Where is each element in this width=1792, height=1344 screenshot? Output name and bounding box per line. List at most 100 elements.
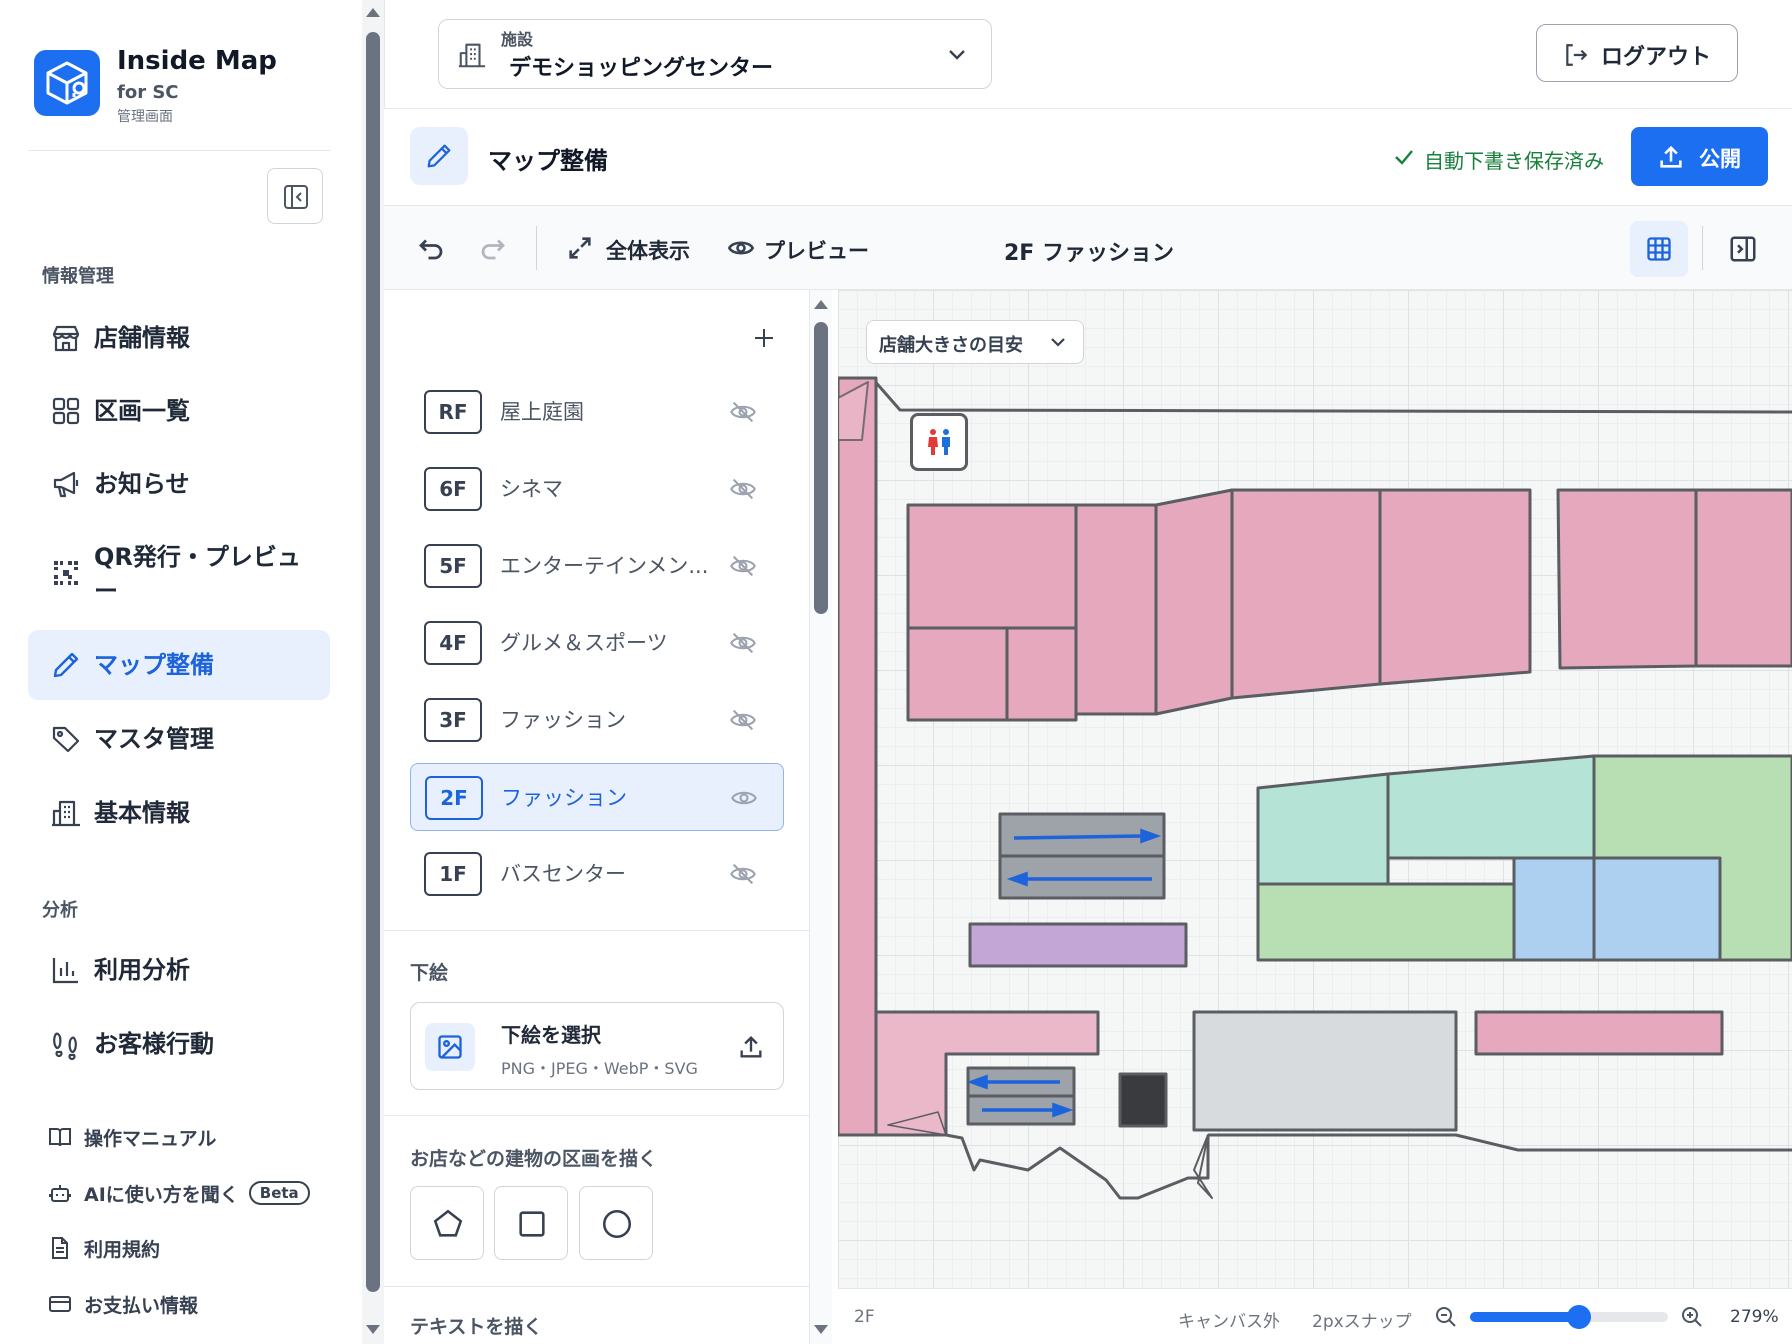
footer-item-billing[interactable]: お支払い情報 [48,1289,198,1319]
toolbar-divider [1702,226,1703,270]
scroll-down-icon[interactable] [814,1325,828,1334]
chevron-down-icon [1051,338,1065,347]
floor-row[interactable]: 2F ファッション [410,763,784,831]
publish-button[interactable]: 公開 [1631,127,1768,186]
autosave-status: 自動下書き保存済み [1424,149,1604,173]
eye-icon [727,241,755,255]
rectangle-tool-button[interactable] [494,1186,568,1260]
nav-item-basic-info[interactable]: 基本情報 [28,778,330,848]
panel-right-icon[interactable] [1728,234,1758,264]
chevron-down-icon [949,50,965,60]
floor-row[interactable]: 6F シネマ [410,455,784,523]
panel-scrollbar[interactable] [810,290,832,1344]
floor-code-badge: 1F [424,852,482,896]
preview-button[interactable]: プレビュー [726,226,876,270]
zoom-out-icon[interactable] [1434,1305,1458,1329]
logout-button[interactable]: ログアウト [1536,24,1738,82]
image-icon-box [425,1023,475,1071]
panel-divider [384,1115,810,1116]
nav-item-news[interactable]: お知らせ [28,449,330,519]
zoom-slider[interactable] [1470,1305,1668,1329]
bar-chart-icon [52,958,78,984]
scrollbar-thumb[interactable] [814,322,828,614]
floor-row[interactable]: 1F バスセンター [410,840,784,908]
floor-code-badge: 6F [424,467,482,511]
shop-block [906,503,1078,630]
nav-item-store-info[interactable]: 店舗情報 [28,303,330,373]
check-icon [1395,150,1413,165]
restroom-marker[interactable] [910,413,968,471]
nav-item-customer-behavior[interactable]: お客様行動 [28,1009,330,1079]
circle-tool-button[interactable] [579,1186,653,1260]
nav-item-usage-analysis[interactable]: 利用分析 [28,935,330,1005]
underlay-section-label: 下絵 [410,962,449,984]
shop-block [1694,488,1792,668]
pentagon-icon [433,1209,463,1237]
eye-off-icon[interactable] [728,398,758,426]
page-titlebar: マップ整備 自動下書き保存済み [384,108,1792,206]
collapse-sidebar-button[interactable] [267,168,323,224]
polygon-tool-button[interactable] [410,1186,484,1260]
footer-item-terms[interactable]: 利用規約 [48,1233,160,1263]
zoom-level: 279% [1730,1307,1779,1327]
logout-icon [1566,44,1588,66]
scroll-down-icon[interactable] [366,1325,380,1334]
grid-toggle-button[interactable] [1630,221,1688,277]
footer-label: 利用規約 [84,1238,161,1261]
add-floor-icon[interactable] [752,326,776,350]
panel-divider [384,930,810,931]
floor-map[interactable] [838,290,1792,1288]
shop-block [1074,503,1158,716]
floor-row[interactable]: 3F ファッション [410,686,784,754]
scroll-up-icon[interactable] [814,300,828,309]
eye-off-icon[interactable] [728,552,758,580]
eye-icon[interactable] [729,784,759,812]
square-icon [519,1211,545,1237]
sidebar-scrollbar[interactable] [362,0,384,1344]
eye-off-icon[interactable] [728,475,758,503]
footer-item-manual[interactable]: 操作マニュアル [48,1122,216,1152]
nav-item-map-edit[interactable]: マップ整備 [28,630,330,700]
nav-label: 店舗情報 [94,324,190,352]
map-canvas[interactable]: 店舗大きさの目安 [838,290,1792,1288]
floor-row[interactable]: RF 屋上庭園 [410,378,784,446]
facility-value: デモショッピングセンター [509,56,774,81]
toolbar-divider [536,226,537,270]
underlay-select-button[interactable]: 下絵を選択 PNG・JPEG・WebP・SVG [410,1002,784,1090]
sidebar-divider [28,150,330,151]
footer-item-ai-help[interactable]: AIに使い方を聞く Beta [48,1178,310,1208]
publish-label: 公開 [1699,147,1741,171]
eye-off-icon[interactable] [728,629,758,657]
store-icon [52,325,80,352]
page-title: マップ整備 [488,147,608,175]
nav-label: 区画一覧 [94,397,190,425]
grid-icon [52,397,80,425]
size-guide-label: 店舗大きさの目安 [879,335,1023,356]
nav-item-section-list[interactable]: 区画一覧 [28,376,330,446]
bot-icon [49,1185,71,1202]
undo-icon[interactable] [416,233,446,263]
floor-row[interactable]: 4F グルメ＆スポーツ [410,609,784,677]
status-snap: 2pxスナップ [1312,1312,1412,1332]
floor-name: バスセンター [500,862,626,886]
shop-block [1256,772,1390,886]
facility-select[interactable]: 施設 デモショッピングセンター [438,19,992,89]
elevator [1118,1072,1168,1128]
eye-off-icon[interactable] [728,706,758,734]
nav-item-master[interactable]: マスタ管理 [28,704,330,774]
zoom-in-icon[interactable] [1680,1305,1704,1329]
scroll-up-icon[interactable] [366,8,380,17]
shop-block [1256,882,1516,962]
floor-row[interactable]: 5F エンターテインメン... [410,532,784,600]
eye-off-icon[interactable] [728,860,758,888]
nav-item-qr[interactable]: QR発行・プレビュー [28,530,330,616]
fit-view-button[interactable]: 全体表示 [566,226,696,270]
scrollbar-thumb[interactable] [366,32,380,1292]
brand-subtitle: for SC [117,82,179,103]
zoom-slider-knob[interactable] [1566,1305,1591,1329]
footer-label: AIに使い方を聞く [84,1183,239,1206]
size-guide-dropdown[interactable]: 店舗大きさの目安 [866,320,1084,364]
sidebar: Inside Map for SC 管理画面 情報管理 店舗情報 区画一覧 お知… [0,0,362,1344]
redo-icon[interactable] [478,233,508,263]
facility-label: 施設 [501,30,534,49]
